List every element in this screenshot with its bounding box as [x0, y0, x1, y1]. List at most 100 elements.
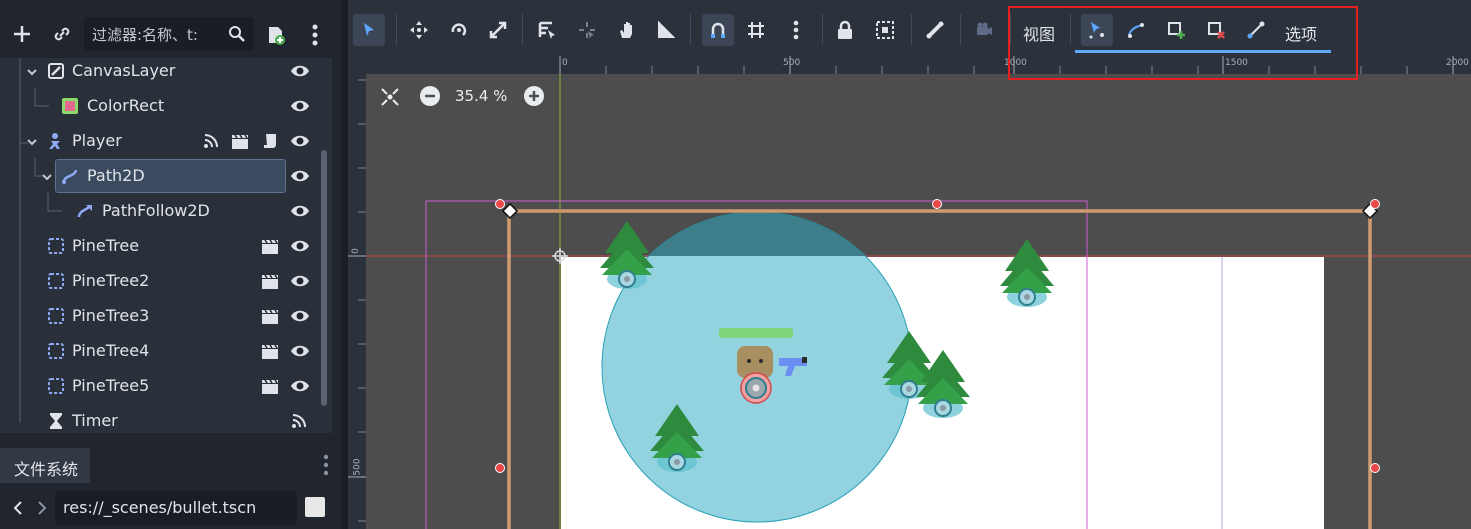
tree-item-pinetree5[interactable]: PineTree5 [0, 369, 320, 404]
zoom-level[interactable]: 35.4 % [455, 87, 507, 105]
center-view-icon[interactable] [380, 87, 400, 111]
skeleton-bone-icon[interactable] [919, 14, 951, 46]
toolbar-separator [396, 14, 397, 44]
canvas-layer-icon [47, 62, 65, 80]
tree-item-canvaslayer[interactable]: CanvasLayer [0, 58, 320, 89]
toolbar-separator [911, 14, 912, 44]
highlight-box [1008, 6, 1358, 80]
tree-item-path2d[interactable]: Path2D [0, 159, 320, 194]
chevron-down-icon[interactable] [26, 134, 38, 152]
clapperboard-icon[interactable] [231, 132, 249, 150]
tree-item-label: PineTree [72, 236, 140, 255]
tree-item-label: PathFollow2D [102, 201, 210, 220]
back-arrow-icon[interactable] [10, 497, 26, 519]
select-mode-icon[interactable] [353, 14, 385, 46]
tree-item-label: CanvasLayer [72, 61, 176, 80]
list-select-icon[interactable] [531, 14, 563, 46]
snap-toggle-icon[interactable] [702, 14, 734, 46]
tree-item-pinetree2[interactable]: PineTree2 [0, 264, 320, 299]
canvas-viewport[interactable]: 35.4 % [366, 74, 1471, 529]
tree-item-label: ColorRect [87, 96, 165, 115]
character-body-icon [47, 132, 65, 150]
tree-scrollbar[interactable] [321, 150, 327, 406]
chevron-down-icon[interactable] [26, 64, 38, 82]
toolbar-separator [522, 14, 523, 44]
move-mode-icon[interactable] [403, 14, 435, 46]
zoom-in-icon[interactable] [523, 85, 545, 111]
tree-item-label: Path2D [87, 166, 145, 185]
pine-tree [600, 221, 654, 289]
add-node-icon[interactable] [10, 22, 34, 46]
clapperboard-icon[interactable] [261, 342, 279, 360]
more-vertical-icon[interactable] [305, 22, 325, 48]
scene-tree: CanvasLayer ColorRect Player Path2D Path… [0, 58, 332, 433]
visibility-eye-icon[interactable] [290, 167, 310, 185]
tree-item-pinetree3[interactable]: PineTree3 [0, 299, 320, 334]
timer-icon [47, 412, 65, 430]
pivot-icon[interactable] [571, 14, 603, 46]
tree-item-label: PineTree3 [72, 306, 150, 325]
clapperboard-icon[interactable] [261, 307, 279, 325]
visibility-eye-icon[interactable] [290, 307, 310, 325]
grid-snap-icon[interactable] [740, 14, 772, 46]
split-mode-icon[interactable] [305, 497, 325, 517]
ruler-left-label: 0 [350, 248, 361, 254]
tree-item-label: Player [72, 131, 122, 150]
filesystem-path-input[interactable]: res://_scenes/bullet.tscn [55, 491, 297, 525]
tree-item-timer[interactable]: Timer [0, 404, 320, 433]
lock-icon[interactable] [829, 14, 861, 46]
toolbar-separator [822, 14, 823, 44]
scene-canvas [366, 74, 1471, 529]
scale-mode-icon[interactable] [482, 14, 514, 46]
ruler-corner [348, 56, 366, 74]
pan-hand-icon[interactable] [611, 14, 643, 46]
scene-toolbar: 过滤器:名称、t: [0, 0, 336, 58]
signal-icon[interactable] [202, 132, 220, 150]
color-rect-icon [61, 97, 79, 115]
visibility-eye-icon[interactable] [290, 377, 310, 395]
chevron-down-icon[interactable] [41, 169, 53, 187]
tree-item-label: Timer [72, 411, 118, 430]
visibility-eye-icon[interactable] [290, 97, 310, 115]
clapperboard-icon[interactable] [261, 237, 279, 255]
tree-item-pinetree[interactable]: PineTree [0, 229, 320, 264]
search-icon [228, 25, 246, 47]
more-vertical-icon[interactable] [780, 14, 812, 46]
zoom-out-icon[interactable] [419, 85, 441, 111]
visibility-eye-icon[interactable] [290, 202, 310, 220]
visibility-eye-icon[interactable] [290, 342, 310, 360]
instance-scene-icon[interactable] [262, 22, 288, 48]
more-vertical-icon[interactable] [318, 452, 334, 478]
tree-item-label: PineTree4 [72, 341, 150, 360]
ruler-top-label: 2000 [1446, 58, 1469, 68]
camera-override-icon[interactable] [968, 14, 1000, 46]
filter-placeholder: 过滤器:名称、t: [92, 25, 198, 44]
link-icon[interactable] [50, 22, 74, 46]
visibility-eye-icon[interactable] [290, 62, 310, 80]
visibility-eye-icon[interactable] [290, 132, 310, 150]
rotate-mode-icon[interactable] [443, 14, 475, 46]
visibility-eye-icon[interactable] [290, 237, 310, 255]
script-icon[interactable] [261, 132, 279, 150]
tree-item-pathfollow2d[interactable]: PathFollow2D [0, 194, 320, 229]
tree-item-player[interactable]: Player [0, 124, 320, 159]
node2d-icon [47, 237, 65, 255]
forward-arrow-icon[interactable] [34, 497, 50, 519]
signal-icon[interactable] [290, 412, 310, 430]
filter-input[interactable]: 过滤器:名称、t: [84, 17, 254, 51]
left-dock: 过滤器:名称、t: CanvasLayer ColorRect Player P… [0, 0, 346, 529]
ruler-icon[interactable] [650, 14, 682, 46]
clapperboard-icon[interactable] [261, 377, 279, 395]
tree-item-pinetree4[interactable]: PineTree4 [0, 334, 320, 369]
node2d-icon [47, 272, 65, 290]
clapperboard-icon[interactable] [261, 272, 279, 290]
group-icon[interactable] [869, 14, 901, 46]
node2d-icon [47, 342, 65, 360]
node2d-icon [47, 377, 65, 395]
visibility-eye-icon[interactable] [290, 272, 310, 290]
tab-filesystem[interactable]: 文件系统 [0, 448, 90, 483]
path-follow-icon [76, 202, 94, 220]
ruler-left: 0 500 [348, 74, 366, 529]
tree-item-colorrect[interactable]: ColorRect [0, 89, 320, 124]
toolbar-separator [960, 14, 961, 44]
